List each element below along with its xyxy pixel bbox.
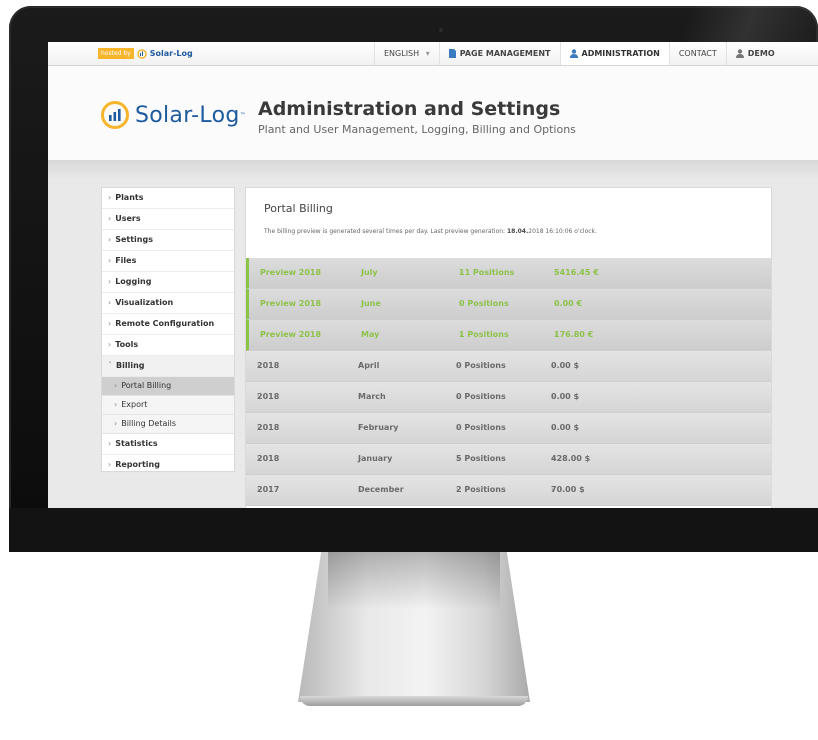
header-divider (48, 160, 818, 180)
sidebar-item-label: Files (115, 256, 137, 265)
chevron-right-icon: › (108, 340, 112, 349)
sidebar-item-label: Logging (115, 277, 152, 286)
top-navigation: hosted by Solar-Log ENGLISH ▾ PAGE MANAG… (48, 42, 818, 66)
sidebar-subitem-label: Export (121, 400, 148, 409)
page-subtitle: Plant and User Management, Logging, Bill… (258, 123, 576, 136)
nav-demo-user[interactable]: DEMO (725, 42, 784, 65)
billing-row[interactable]: › 2018 › February › 0 Positions › 0.00 $ (246, 413, 771, 444)
billing-row[interactable]: › 2018 › April › 0 Positions › 0.00 $ (246, 351, 771, 382)
monitor-chin (9, 508, 818, 552)
nav-demo-label: DEMO (747, 49, 775, 58)
sidebar-subitem-billing-details[interactable]: › Billing Details (102, 415, 234, 434)
panel-title: Portal Billing (264, 202, 333, 215)
chevron-right-icon: › (108, 193, 112, 202)
billing-row[interactable]: › 2018 › January › 5 Positions › 428.00 $ (246, 444, 771, 475)
chevron-right-icon: › (114, 400, 118, 409)
monitor-stand-foot (300, 696, 528, 706)
sidebar-subitem-label: Portal Billing (121, 381, 172, 390)
sidebar-item-remote-configuration[interactable]: › Remote Configuration (102, 314, 234, 335)
billing-row[interactable]: › 2017 › December › 2 Positions › 70.00 $ (246, 475, 771, 506)
sidebar-item-statistics[interactable]: › Statistics (102, 434, 234, 455)
sidebar-subitem-export[interactable]: › Export (102, 396, 234, 415)
portal-billing-panel: Portal Billing The billing preview is ge… (245, 187, 772, 508)
sidebar-subitem-label: Billing Details (121, 419, 177, 428)
chevron-right-icon: › (108, 214, 112, 223)
chevron-right-icon: › (108, 439, 112, 448)
note-date: 18.04. (506, 228, 529, 235)
solar-log-logo-icon (101, 101, 129, 129)
user-icon (569, 49, 578, 58)
hosted-by-tag: hosted by (98, 48, 134, 59)
sidebar-item-settings[interactable]: › Settings (102, 230, 234, 251)
preview-generation-note: The billing preview is generated several… (264, 228, 597, 235)
solar-log-logo[interactable]: Solar-Log ™ (100, 100, 246, 130)
nav-administration[interactable]: ADMINISTRATION (559, 42, 669, 65)
sidebar-item-label: Billing (116, 361, 145, 370)
sidebar-item-plants[interactable]: › Plants (102, 188, 234, 209)
billing-list: › Preview 2018 › July › 11 Positions › 5416.… (246, 258, 771, 506)
user-icon (735, 49, 744, 58)
sidebar-item-reporting[interactable]: › Reporting (102, 455, 234, 476)
sidebar-item-files[interactable]: › Files (102, 251, 234, 272)
sidebar-item-label: Remote Configuration (115, 319, 215, 328)
nav-items: ENGLISH ▾ PAGE MANAGEMENT ADMINISTRATION… (374, 42, 784, 65)
nav-language[interactable]: ENGLISH ▾ (374, 42, 439, 65)
sidebar-item-label: Reporting (115, 460, 160, 469)
nav-contact-label: CONTACT (678, 49, 717, 58)
hosted-by-brand: Solar-Log (149, 49, 193, 58)
chevron-right-icon: › (108, 235, 112, 244)
screen: hosted by Solar-Log ENGLISH ▾ PAGE MANAG… (48, 42, 818, 508)
camera (439, 28, 443, 32)
billing-row[interactable]: › 2018 › March › 0 Positions › 0.00 $ (246, 382, 771, 413)
note-suffix: 2018 16:10:06 o'clock. (528, 228, 597, 235)
chevron-right-icon: › (108, 319, 112, 328)
sidebar-item-label: Statistics (115, 439, 158, 448)
logo-trademark: ™ (239, 111, 246, 119)
sidebar-item-label: Plants (115, 193, 144, 202)
sidebar-item-label: Settings (115, 235, 153, 244)
document-icon (448, 49, 456, 58)
page-header: Solar-Log ™ Administration and Settings … (48, 66, 818, 161)
billing-row[interactable]: › Preview 2018 › July › 11 Positions › 5416.… (246, 258, 771, 289)
logo-text: Solar-Log (135, 102, 240, 128)
chevron-right-icon: › (114, 419, 118, 428)
sidebar-item-label: Tools (115, 340, 139, 349)
sidebar-item-users[interactable]: › Users (102, 209, 234, 230)
chevron-right-icon: › (108, 460, 112, 469)
chevron-right-icon: › (114, 381, 118, 390)
sidebar-subitem-portal-billing[interactable]: › Portal Billing (102, 377, 234, 396)
chevron-right-icon: › (108, 277, 112, 286)
sidebar-item-logging[interactable]: › Logging (102, 272, 234, 293)
sidebar-item-visualization[interactable]: › Visualization (102, 293, 234, 314)
billing-row[interactable]: › Preview 2018 › June › 0 Positions › 0.00 € (246, 289, 771, 320)
monitor-stand-shadow (328, 552, 500, 610)
nav-administration-label: ADMINISTRATION (581, 49, 660, 58)
nav-language-label: ENGLISH (384, 49, 420, 58)
nav-page-management-label: PAGE MANAGEMENT (459, 49, 551, 58)
chevron-right-icon: › (108, 256, 112, 265)
chevron-down-icon: ˇ (108, 361, 112, 370)
hosted-by-badge[interactable]: hosted by Solar-Log (98, 48, 193, 59)
note-prefix: The billing preview is generated several… (264, 228, 507, 235)
nav-contact[interactable]: CONTACT (668, 42, 726, 65)
billing-row[interactable]: › Preview 2018 › May › 1 Positions › 176.80 … (246, 320, 771, 351)
solar-log-mini-logo-icon (137, 48, 147, 59)
nav-page-management[interactable]: PAGE MANAGEMENT (438, 42, 560, 65)
sidebar: › Plants › Users › Settings › Files › Logging… (101, 187, 235, 476)
chevron-right-icon: › (108, 298, 112, 307)
sidebar-item-label: Users (115, 214, 141, 223)
sidebar-item-label: Visualization (115, 298, 174, 307)
page-title: Administration and Settings (258, 98, 561, 120)
sidebar-item-tools[interactable]: › Tools (102, 335, 234, 356)
chevron-down-icon: ▾ (425, 49, 430, 58)
sidebar-item-billing[interactable]: ˇ Billing (102, 356, 234, 377)
